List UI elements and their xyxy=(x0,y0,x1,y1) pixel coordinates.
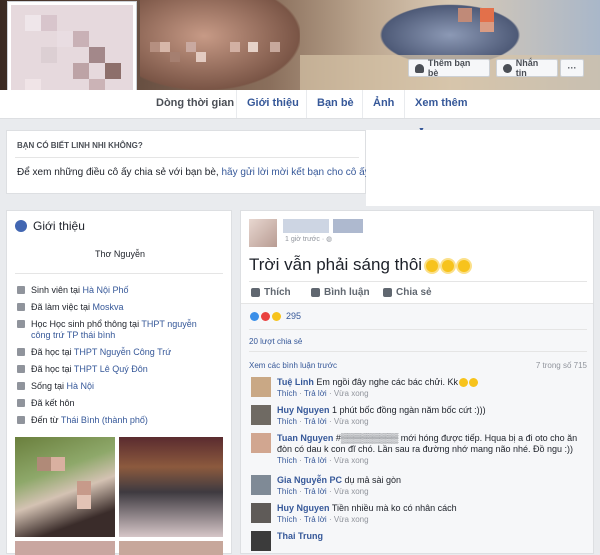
intro-name: Thơ Nguyễn xyxy=(95,249,145,259)
post-author-avatar[interactable] xyxy=(249,219,277,247)
messenger-icon xyxy=(503,63,512,73)
photo-thumbnail-3[interactable] xyxy=(15,541,115,555)
friend-request-prompt: BẠN CÓ BIẾT LINH NHI KHÔNG? Để xem những… xyxy=(6,130,372,194)
location-pin-icon xyxy=(17,416,25,424)
photo-thumbnail-2[interactable] xyxy=(119,437,223,537)
post-card: 1 giờ trước · ◍ Trời vẫn phải sáng thôi … xyxy=(240,210,594,554)
photo-thumbnail-4[interactable] xyxy=(119,541,223,555)
home-icon xyxy=(17,382,25,390)
intro-item-education: Sinh viên tại Hà Nội Phố xyxy=(17,285,129,296)
send-friend-request-link[interactable]: hãy gửi lời mời kết bạn cho cô ấy. xyxy=(221,167,371,178)
view-previous-comments[interactable]: Xem các bình luận trước xyxy=(249,361,337,370)
add-friend-icon xyxy=(415,63,424,73)
commenter-avatar[interactable] xyxy=(251,531,271,551)
briefcase-icon xyxy=(17,286,25,294)
globe-icon xyxy=(15,220,27,232)
post-author-name[interactable] xyxy=(283,219,329,233)
profile-nav: Dòng thời gian Giới thiệu Bạn bè Ảnh Xem… xyxy=(0,90,600,134)
comment-count: 7 trong số 715 xyxy=(535,361,587,370)
prompt-text: Để xem những điều cô ấy chia sẻ với bạn … xyxy=(17,167,372,178)
haha-reaction-icon xyxy=(272,311,281,321)
intro-item-work: Đã làm việc tại Moskva xyxy=(17,302,124,313)
intro-title: Giới thiệu xyxy=(33,219,85,233)
post-text: Trời vẫn phải sáng thôi xyxy=(249,255,471,275)
intro-card: Giới thiệu Thơ Nguyễn Sinh viên tại Hà N… xyxy=(6,210,232,555)
comment-icon xyxy=(311,288,320,297)
intro-item-hometown: Đến từ Thái Bình (thành phố) xyxy=(17,415,148,426)
add-friend-button[interactable]: Thêm bạn bè xyxy=(408,58,490,78)
briefcase-icon xyxy=(17,303,25,311)
sun-icon xyxy=(458,259,471,272)
commenter-avatar[interactable] xyxy=(251,433,271,453)
shares-count[interactable]: 20 lượt chia sẻ xyxy=(249,337,302,346)
photo-thumbnail-1[interactable] xyxy=(15,437,115,537)
commenter-avatar[interactable] xyxy=(251,405,271,425)
commenter-avatar[interactable] xyxy=(251,377,271,397)
tab-timeline[interactable]: Dòng thời gian xyxy=(146,90,244,118)
share-icon xyxy=(383,288,392,297)
intro-item-highschool: Học Học sinh phổ thông tại THPT nguyễn c… xyxy=(17,319,217,341)
sun-icon xyxy=(426,259,439,272)
more-options-button[interactable]: ··· xyxy=(560,59,584,77)
intro-item-school-1: Đã học tại THPT Nguyễn Công Trứ xyxy=(17,347,171,358)
thumbs-up-icon xyxy=(251,288,260,297)
like-reaction-icon xyxy=(250,311,259,321)
graduation-cap-icon xyxy=(17,320,25,328)
share-button[interactable]: Chia sẻ xyxy=(383,287,432,298)
heart-icon xyxy=(17,399,25,407)
tab-more[interactable]: Xem thêm ▼ xyxy=(404,90,488,134)
message-button[interactable]: Nhắn tin xyxy=(496,58,558,78)
tab-friends[interactable]: Bạn bè xyxy=(306,90,364,118)
reactions-summary[interactable]: 295 xyxy=(249,311,301,321)
intro-item-school-2: Đã học tại THPT Lê Quý Đôn xyxy=(17,364,148,375)
right-blank-area xyxy=(366,130,600,206)
intro-item-relationship: Đã kết hôn xyxy=(17,398,75,409)
commenter-avatar[interactable] xyxy=(251,503,271,523)
commenter-avatar[interactable] xyxy=(251,475,271,495)
angry-reaction-icon xyxy=(261,311,270,321)
tab-about[interactable]: Giới thiệu xyxy=(236,90,309,118)
graduation-cap-icon xyxy=(17,348,25,356)
like-button[interactable]: Thích xyxy=(251,287,291,298)
graduation-cap-icon xyxy=(17,365,25,373)
public-globe-icon: ◍ xyxy=(326,236,333,243)
tab-photos[interactable]: Ảnh xyxy=(362,90,404,118)
intro-item-lives: Sống tại Hà Nội xyxy=(17,381,94,392)
post-timestamp[interactable]: 1 giờ trước · ◍ xyxy=(285,235,332,243)
comment-button[interactable]: Bình luận xyxy=(311,287,370,298)
sun-icon xyxy=(442,259,455,272)
